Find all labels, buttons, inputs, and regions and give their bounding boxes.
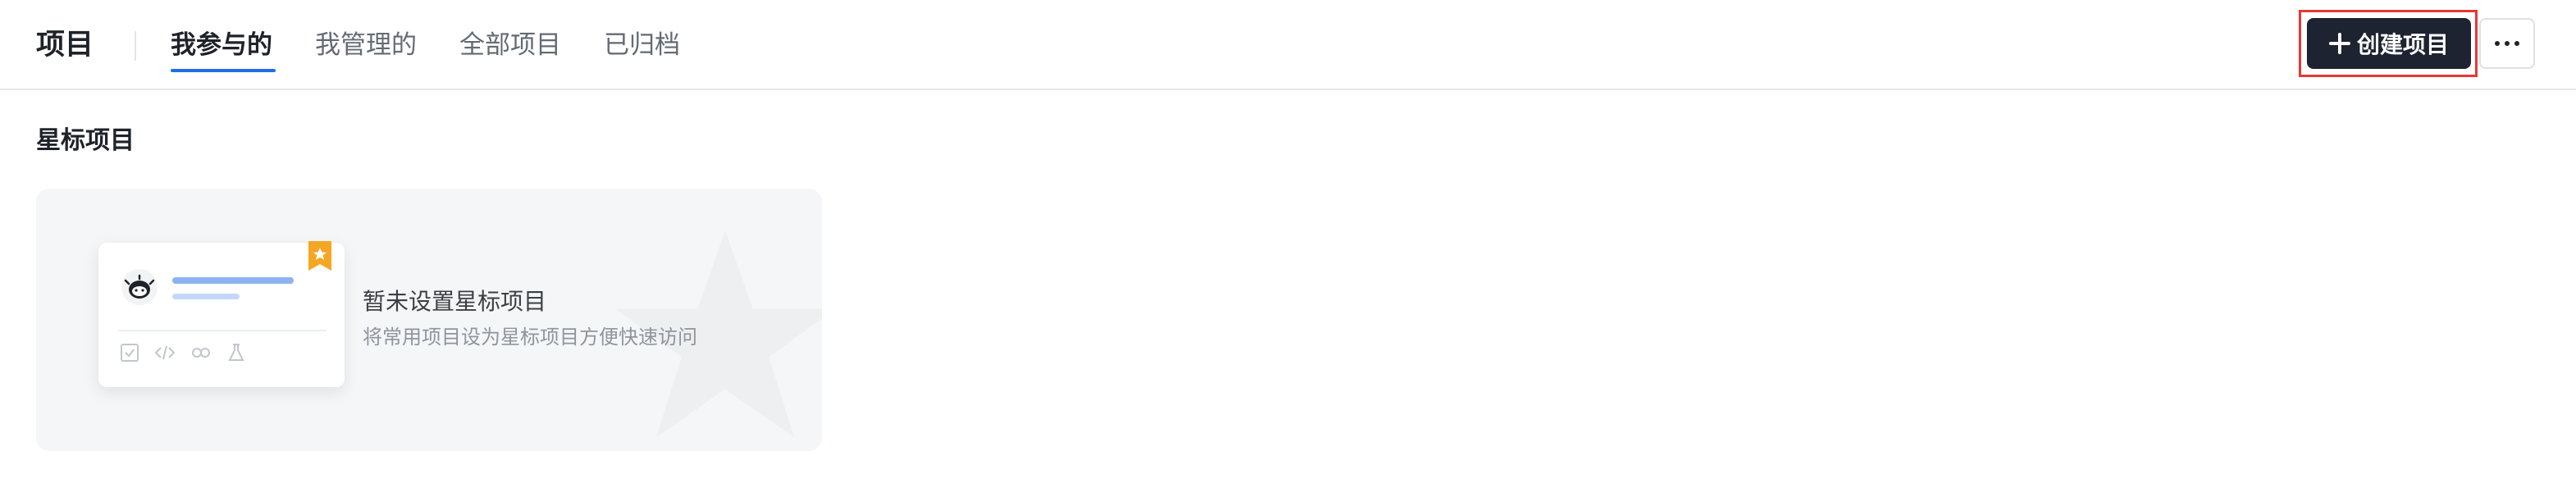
card-divider: [118, 330, 327, 331]
tab-participated[interactable]: 我参与的: [171, 25, 272, 66]
active-tab-indicator: [171, 69, 276, 72]
tab-managed[interactable]: 我管理的: [315, 25, 417, 66]
starred-empty-state: 暂未设置星标项目 将常用项目设为星标项目方便快速访问: [36, 189, 822, 451]
mascot-icon: [124, 274, 155, 299]
card-icon-row: [120, 343, 246, 363]
task-check-icon: [121, 344, 139, 362]
empty-state-title: 暂未设置星标项目: [363, 288, 547, 315]
tab-all-projects[interactable]: 全部项目: [459, 25, 561, 66]
create-project-button[interactable]: 创建项目: [2307, 18, 2471, 69]
star-bookmark-icon: [308, 241, 331, 271]
project-avatar: [121, 269, 158, 305]
create-project-label: 创建项目: [2356, 31, 2449, 58]
link-icon: [192, 348, 210, 358]
flask-icon: [228, 344, 244, 361]
plus-icon: [2328, 33, 2350, 54]
placeholder-title-bar: [172, 277, 294, 284]
starred-section-title: 星标项目: [36, 126, 135, 155]
code-icon: [154, 345, 176, 360]
title-divider: [135, 31, 136, 61]
page-title: 项目: [36, 29, 94, 62]
empty-state-description: 将常用项目设为星标项目方便快速访问: [363, 326, 697, 349]
tab-archived[interactable]: 已归档: [604, 25, 680, 66]
placeholder-project-card: [98, 241, 345, 387]
placeholder-subtitle-bar: [172, 294, 240, 299]
top-bar: 项目 我参与的 我管理的 全部项目 已归档 创建项目: [0, 0, 2576, 90]
more-options-button[interactable]: [2479, 18, 2535, 69]
more-horizontal-icon: [2492, 41, 2522, 46]
